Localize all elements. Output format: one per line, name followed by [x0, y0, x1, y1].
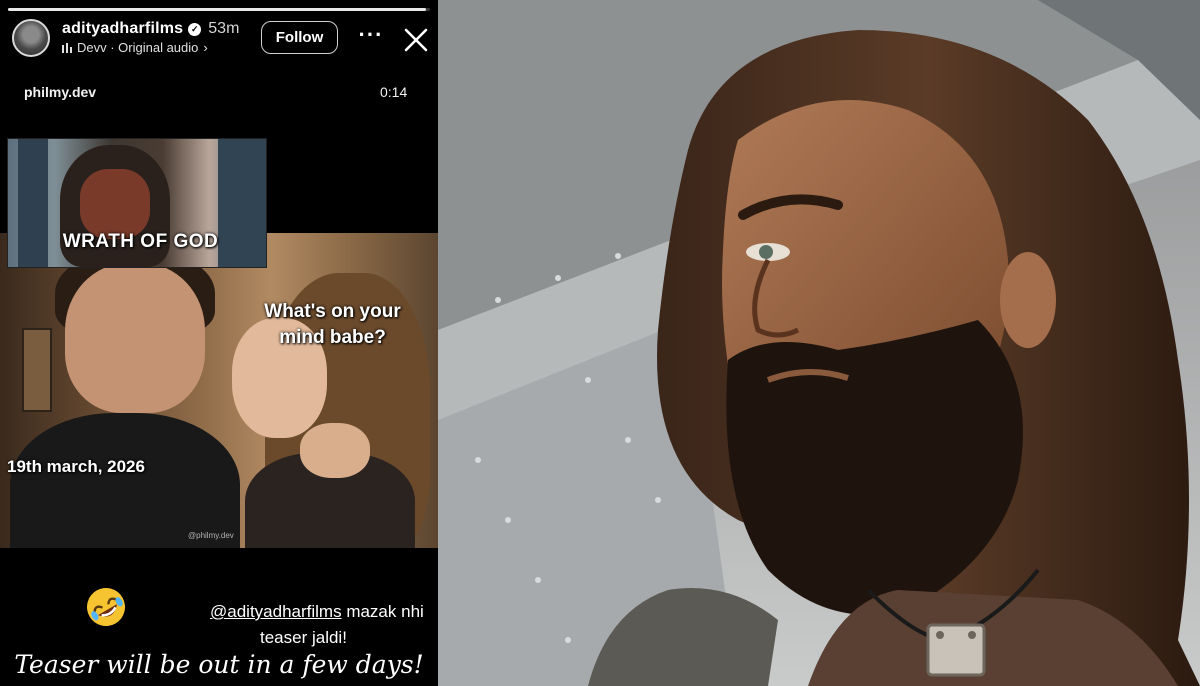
man-body: [10, 413, 240, 548]
rolling-on-floor-laughing-emoji: [87, 588, 125, 626]
time-ago: 53m: [208, 20, 240, 37]
follow-button[interactable]: Follow: [261, 21, 338, 54]
username[interactable]: adityadharfilms: [62, 20, 183, 38]
caption-line2: teaser jaldi!: [260, 628, 347, 647]
screenshot-root: adityadharfilms ✓ 53m Devv · Original au…: [0, 0, 1200, 686]
story-user-row: adityadharfilms ✓ 53m: [62, 20, 239, 38]
meme-date-text: 19th march, 2026: [7, 457, 145, 476]
meme-inset-image: WRATH OF GOD: [7, 138, 267, 268]
audio-link[interactable]: Devv · Original audio ›: [62, 40, 208, 55]
portrait-photo: [438, 0, 1200, 686]
iris: [759, 245, 773, 259]
story-progress-bar: [8, 8, 430, 11]
instagram-story[interactable]: adityadharfilms ✓ 53m Devv · Original au…: [0, 0, 438, 686]
avatar[interactable]: [12, 19, 50, 57]
audio-label: Devv · Original audio: [77, 40, 199, 55]
meme-watermark: @philmy.dev: [188, 531, 234, 540]
necklace-pendant: [926, 623, 986, 677]
caption-line1: @adityadharfilms mazak nhi: [210, 602, 424, 622]
ear: [1000, 252, 1056, 348]
chevron-right-icon: ›: [203, 40, 208, 55]
story-progress-fill: [8, 8, 426, 11]
inset-title-text: WRATH OF GOD: [62, 231, 219, 252]
meme-image: What's on your mind babe? 19th march, 20…: [0, 233, 438, 548]
portrait-illustration: [438, 0, 1200, 686]
caption-line1-rest: mazak nhi: [341, 602, 424, 621]
close-icon[interactable]: [402, 26, 430, 54]
mention-link[interactable]: @adityadharfilms: [210, 602, 342, 621]
meme-question-line1: What's on your: [264, 301, 401, 322]
video-duration: 0:14: [380, 84, 408, 100]
audio-bars-icon: [62, 42, 72, 53]
inset-figure-face: [80, 169, 150, 239]
man-head: [65, 263, 205, 413]
verified-badge-icon: ✓: [188, 22, 202, 36]
hand: [300, 423, 370, 478]
wall-frame: [22, 328, 52, 412]
caption-teaser-line: Teaser will be out in a few days!: [14, 650, 424, 679]
reposted-handle[interactable]: philmy.dev: [24, 84, 96, 100]
more-icon[interactable]: ···: [358, 24, 384, 48]
meme-question-line2: mind babe?: [279, 327, 386, 348]
